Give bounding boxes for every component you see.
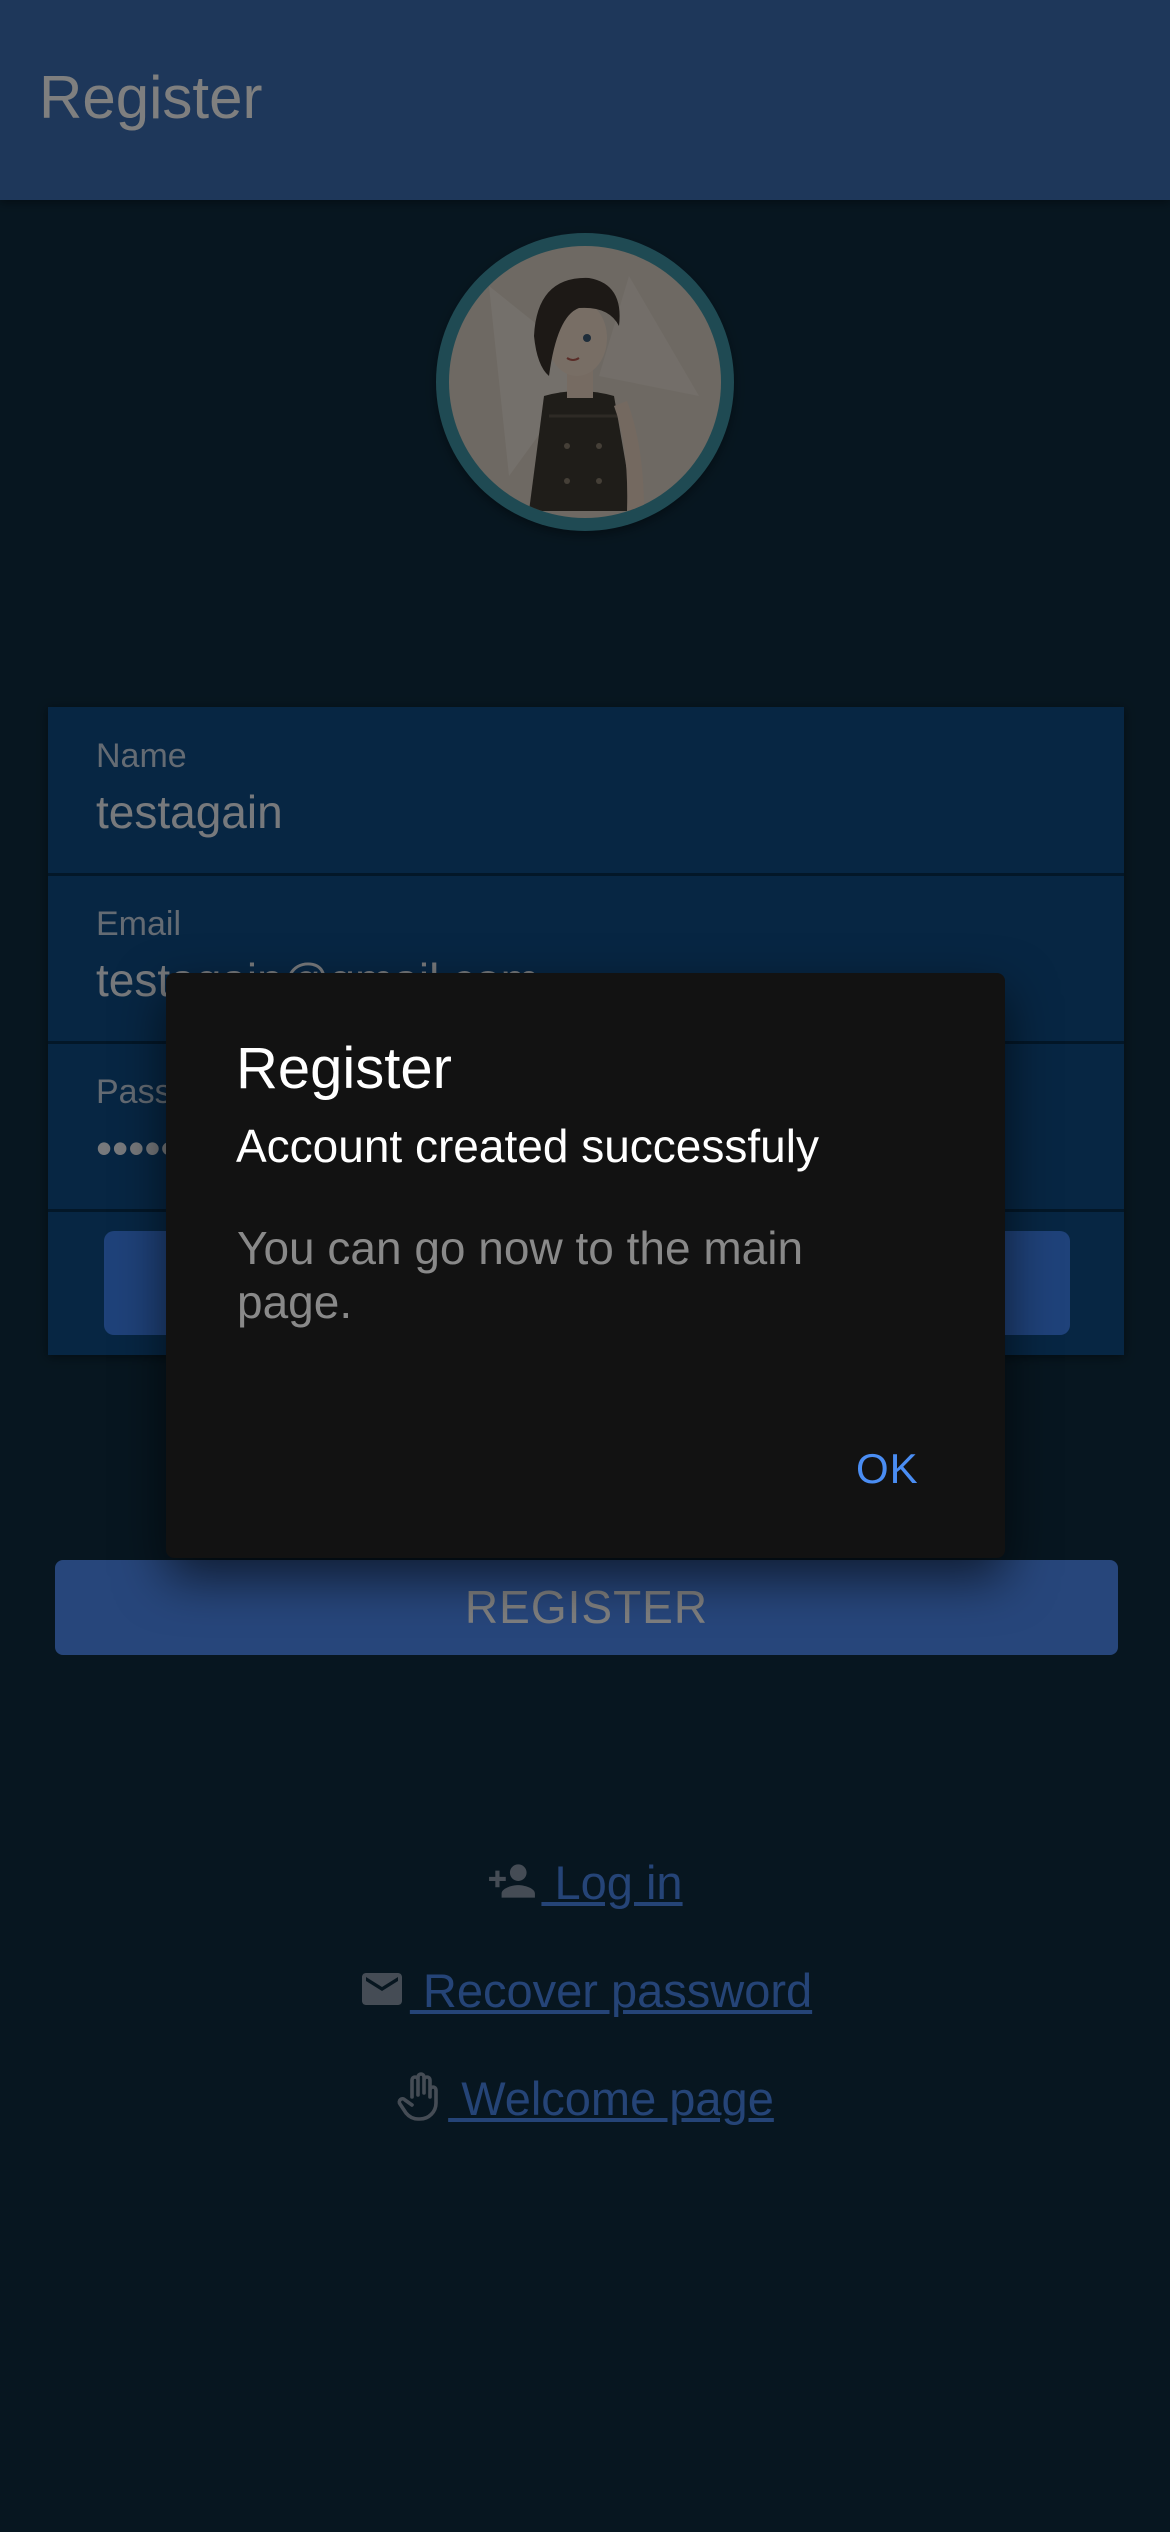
ok-button[interactable]: OK (856, 1445, 919, 1493)
dialog-subtitle: Account created successfuly (236, 1120, 819, 1172)
success-dialog: Register Account created successfuly You… (166, 973, 1005, 1558)
dialog-title: Register (236, 1036, 452, 1101)
dialog-message: You can go now to the main page. (237, 1222, 804, 1328)
